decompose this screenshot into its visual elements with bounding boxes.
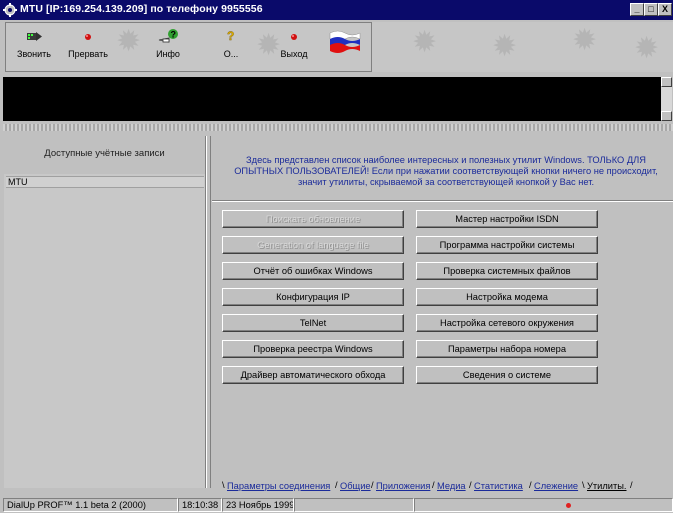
utilities-panel: Здесь представлен список наиболее интере… <box>212 136 673 488</box>
divider <box>212 200 673 202</box>
maximize-button[interactable]: □ <box>644 3 658 16</box>
isdn-wizard-button[interactable]: Мастер настройки ISDN <box>416 210 598 228</box>
log-output-area[interactable] <box>3 77 661 121</box>
exit-button[interactable]: Выход <box>274 26 314 68</box>
status-panel <box>294 498 414 512</box>
gear-icon: ✹ <box>492 30 518 63</box>
status-indicator-panel <box>414 498 673 512</box>
accounts-panel: Доступные учётные записи MTU <box>4 136 206 488</box>
modem-settings-button[interactable]: Настройка модема <box>416 288 598 306</box>
about-icon: ? <box>227 29 235 43</box>
tab-separator: / <box>529 480 532 490</box>
generate-language-file-button[interactable]: Generation of language file <box>222 236 404 254</box>
toolbar-background: ✹ ✹ ✹ ✹ <box>372 22 673 72</box>
tab-general[interactable]: Общие <box>340 480 371 493</box>
generate-language-file-label: Generation of language file <box>257 240 369 250</box>
tab-utilities[interactable]: Утилиты. <box>587 480 627 493</box>
network-settings-button[interactable]: Настройка сетевого окружения <box>416 314 598 332</box>
tab-separator: \ <box>222 480 225 490</box>
registry-check-button[interactable]: Проверка реестра Windows <box>222 340 404 358</box>
tab-applications[interactable]: Приложения <box>376 480 430 493</box>
exit-button-label: Выход <box>280 49 308 59</box>
window-title: MTU [IP:169.254.139.209] по телефону 995… <box>20 3 263 15</box>
tab-separator: / <box>335 480 338 490</box>
status-date: 23 Ноябрь 1999 г. <box>222 498 294 512</box>
tab-statistics[interactable]: Статистика <box>474 480 523 493</box>
status-bar: DialUp PROF™ 1.1 beta 2 (2000) 18:10:38 … <box>0 497 673 513</box>
utilities-info-text: Здесь представлен список наиболее интере… <box>234 155 658 187</box>
vertical-splitter[interactable] <box>206 136 211 488</box>
system-info-button[interactable]: Сведения о системе <box>416 366 598 384</box>
horizontal-splitter[interactable] <box>3 124 673 131</box>
minimize-button[interactable]: _ <box>630 3 644 16</box>
telnet-button[interactable]: TelNet <box>222 314 404 332</box>
tab-separator: / <box>432 480 435 490</box>
dialing-rules-button[interactable]: Параметры набора номера <box>416 340 598 358</box>
gear-icon: ✹ <box>572 24 598 57</box>
accounts-list[interactable]: MTU <box>4 174 205 488</box>
log-scrollbar[interactable] <box>661 77 672 121</box>
svg-text:?: ? <box>227 29 234 43</box>
accounts-header: Доступные учётные записи <box>44 148 165 159</box>
tab-separator: / <box>630 480 633 490</box>
status-time: 18:10:38 <box>178 498 222 512</box>
dial-icon <box>27 32 42 41</box>
info-icon: ? <box>158 29 178 43</box>
check-update-label: Поискать обновление <box>265 214 361 224</box>
account-item[interactable]: MTU <box>6 176 204 188</box>
about-button-label: О... <box>223 49 239 59</box>
auto-bypass-driver-button[interactable]: Драйвер автоматического обхода <box>222 366 404 384</box>
app-icon <box>3 3 17 17</box>
russian-flag-icon <box>329 30 361 53</box>
svg-text:?: ? <box>171 30 177 40</box>
hangup-button[interactable]: Прервать <box>60 26 116 68</box>
hangup-icon <box>85 34 91 40</box>
tab-separator: \ <box>582 480 585 490</box>
tab-separator: / <box>469 480 472 490</box>
tab-separator: / <box>371 480 374 490</box>
tab-connection-params[interactable]: Параметры соединения <box>227 480 330 493</box>
main-window: MTU [IP:169.254.139.209] по телефону 995… <box>0 0 673 513</box>
system-files-check-button[interactable]: Проверка системных файлов <box>416 262 598 280</box>
gear-icon: ✹ <box>412 26 438 59</box>
info-button-label: Инфо <box>156 49 180 59</box>
scroll-down-arrow[interactable] <box>661 111 672 121</box>
gear-icon: ✹ <box>634 32 660 65</box>
dial-button-label: Звонить <box>17 49 51 59</box>
about-button[interactable]: ? О... <box>216 26 246 68</box>
ip-config-button[interactable]: Конфигурация IP <box>222 288 404 306</box>
windows-error-report-button[interactable]: Отчёт об ошибках Windows <box>222 262 404 280</box>
hangup-button-label: Прервать <box>68 49 108 59</box>
tab-media[interactable]: Медиа <box>437 480 466 493</box>
tab-monitoring[interactable]: Слежение <box>534 480 578 493</box>
system-config-button[interactable]: Программа настройки системы <box>416 236 598 254</box>
info-button[interactable]: ? Инфо <box>148 26 188 68</box>
status-version: DialUp PROF™ 1.1 beta 2 (2000) <box>3 498 178 512</box>
exit-icon <box>291 34 297 40</box>
connection-indicator-icon <box>566 503 571 508</box>
toolbar: ✹ ✹ Звонить Прервать ? Инфо ? О... Выход <box>5 22 372 72</box>
scroll-up-arrow[interactable] <box>661 77 672 87</box>
dial-button[interactable]: Звонить <box>10 26 58 68</box>
check-update-button[interactable]: Поискать обновление <box>222 210 404 228</box>
gear-icon: ✹ <box>116 25 142 58</box>
title-bar[interactable]: MTU [IP:169.254.139.209] по телефону 995… <box>0 0 673 20</box>
close-button[interactable]: X <box>658 3 672 16</box>
